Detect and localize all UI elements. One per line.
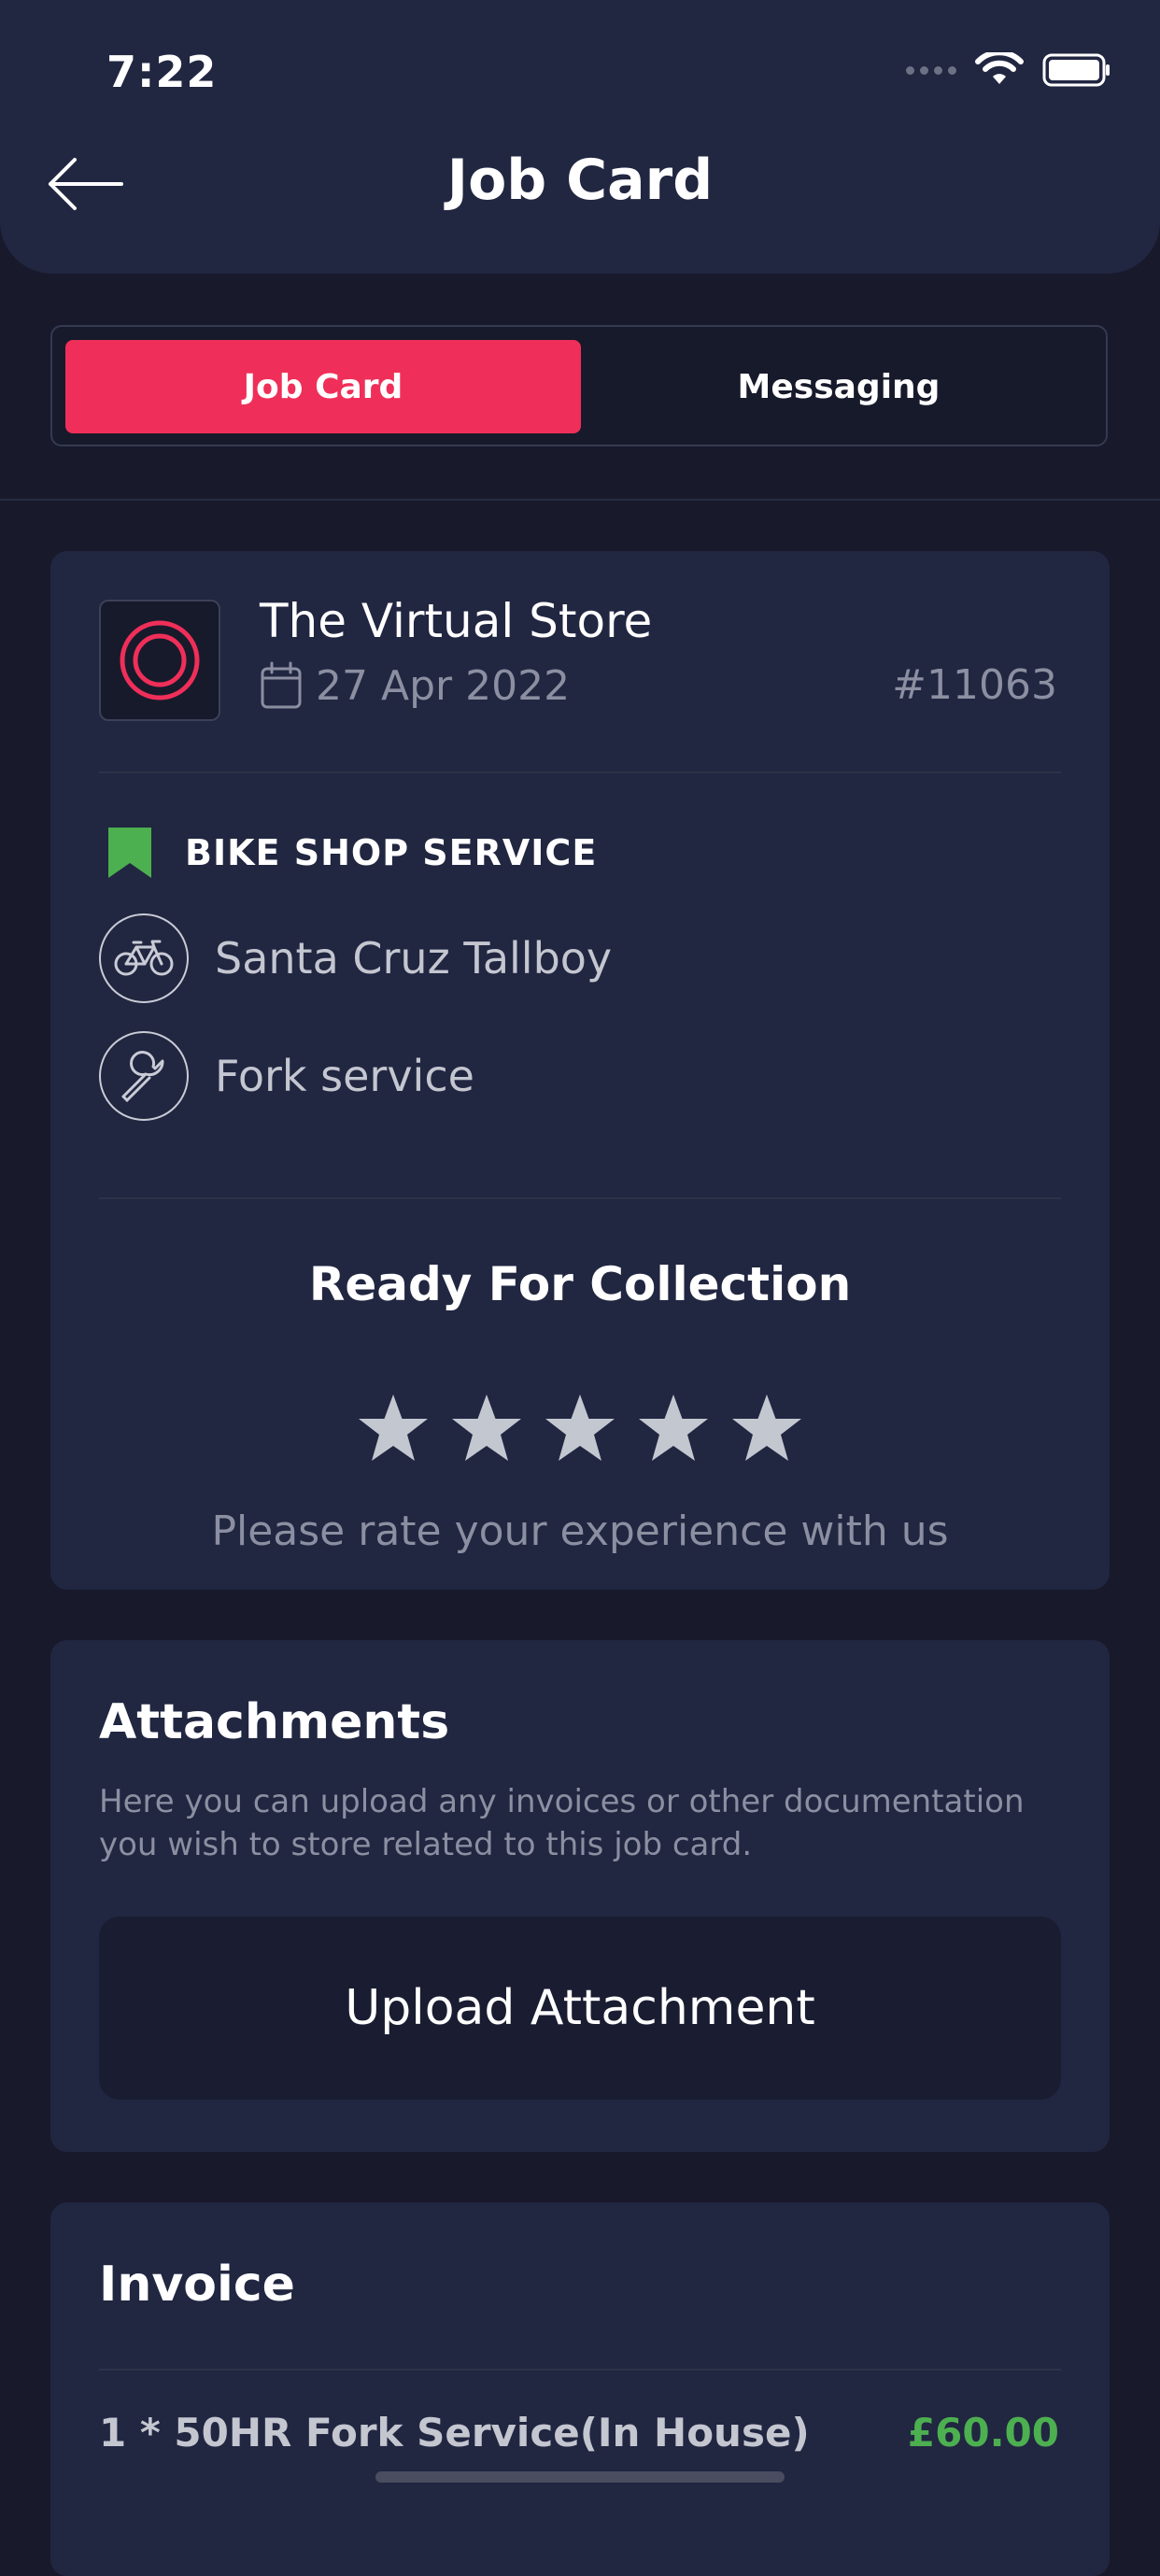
upload-attachment-button[interactable]: Upload Attachment	[99, 1917, 1061, 2100]
invoice-card: Invoice 1 * 50HR Fork Service(In House) …	[50, 2202, 1110, 2576]
item-label: Santa Cruz Tallboy	[215, 933, 613, 984]
job-status: Ready For Collection	[308, 1257, 852, 1311]
divider	[99, 771, 1061, 773]
service-type-label: BIKE SHOP SERVICE	[185, 832, 598, 873]
page-title: Job Card	[446, 148, 714, 213]
rating-stars	[50, 1392, 1110, 1466]
job-date-text: 27 Apr 2022	[316, 661, 571, 710]
bicycle-icon	[99, 913, 189, 1003]
status-icons	[906, 52, 1111, 88]
job-number: #11063	[892, 661, 1057, 709]
star-icon[interactable]	[543, 1392, 617, 1466]
store-logo	[99, 600, 220, 721]
divider	[99, 1197, 1061, 1199]
top-bar: 7:22 Job Card	[0, 0, 1160, 274]
signal-icon	[906, 65, 956, 75]
invoice-title: Invoice	[99, 2257, 295, 2313]
tab-job-card[interactable]: Job Card	[65, 340, 581, 433]
divider	[99, 2369, 1061, 2371]
wifi-icon	[975, 52, 1024, 84]
list-item: Fork service	[99, 1031, 474, 1121]
divider	[0, 499, 1160, 501]
home-indicator[interactable]	[375, 2471, 785, 2483]
bookmark-icon	[108, 828, 151, 878]
star-icon[interactable]	[636, 1392, 711, 1466]
invoice-line-description: 1 * 50HR Fork Service(In House)	[99, 2410, 810, 2456]
store-name: The Virtual Store	[260, 594, 653, 648]
star-icon[interactable]	[729, 1392, 804, 1466]
list-item: Santa Cruz Tallboy	[99, 913, 612, 1003]
store-logo-icon	[120, 620, 200, 701]
attachments-title: Attachments	[99, 1694, 450, 1750]
tab-bar: Job Card Messaging	[50, 325, 1108, 446]
star-icon[interactable]	[356, 1392, 431, 1466]
status-time: 7:22	[106, 47, 218, 97]
attachments-card: Attachments Here you can upload any invo…	[50, 1640, 1110, 2152]
battery-icon	[1042, 53, 1110, 87]
invoice-line-price: £60.00	[907, 2410, 1059, 2456]
rating-prompt: Please rate your experience with us	[211, 1507, 949, 1555]
attachments-description: Here you can upload any invoices or othe…	[99, 1783, 1025, 1863]
wrench-icon	[99, 1031, 189, 1121]
calendar-icon	[261, 661, 302, 709]
job-date: 27 Apr 2022	[260, 661, 570, 710]
service-type: BIKE SHOP SERVICE	[106, 826, 597, 880]
job-card: The Virtual Store 27 Apr 2022 #11063 BIK…	[50, 551, 1110, 1590]
item-label: Fork service	[215, 1051, 474, 1101]
star-icon[interactable]	[449, 1392, 524, 1466]
tab-messaging[interactable]: Messaging	[581, 340, 1096, 433]
